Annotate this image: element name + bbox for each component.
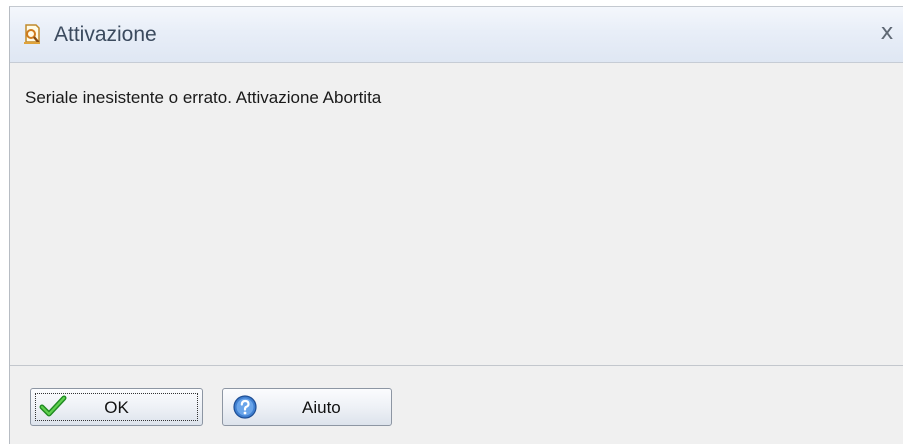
help-icon (231, 394, 259, 420)
error-message: Seriale inesistente o errato. Attivazion… (25, 88, 382, 107)
button-bar: OK Aiuto (10, 365, 903, 445)
close-button[interactable]: x (875, 20, 899, 46)
key-lock-icon (20, 22, 44, 46)
help-button[interactable]: Aiuto (222, 388, 392, 426)
help-button-label: Aiuto (302, 398, 341, 417)
title-bar: Attivazione x (10, 7, 903, 63)
ok-button-label: OK (104, 398, 129, 417)
ok-button[interactable]: OK (30, 388, 203, 426)
activation-dialog: Attivazione x Seriale inesistente o erra… (9, 6, 903, 444)
dialog-title: Attivazione (54, 23, 157, 46)
